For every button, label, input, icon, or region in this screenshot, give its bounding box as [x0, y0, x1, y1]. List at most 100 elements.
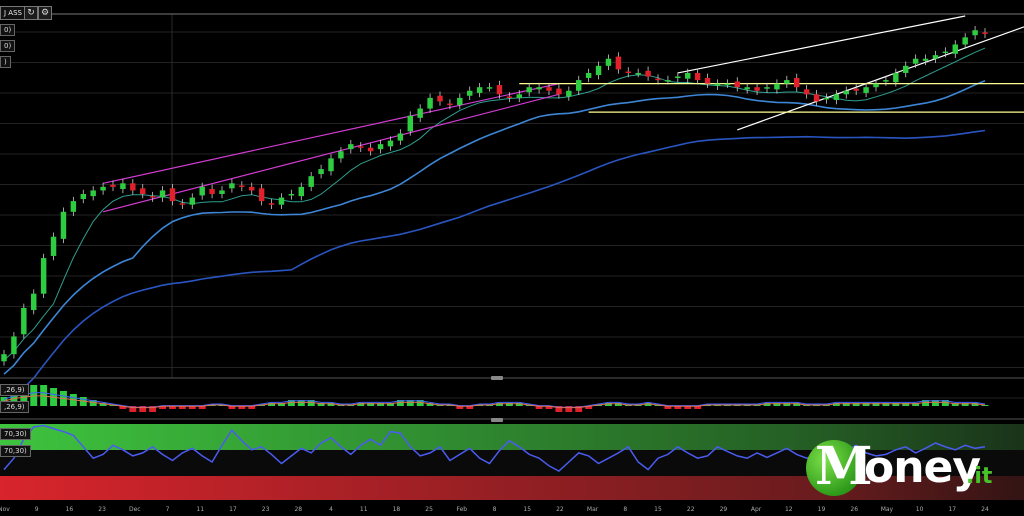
candle-body — [179, 203, 186, 205]
candle-body — [873, 83, 879, 88]
candle-body — [258, 188, 265, 202]
x-tick-label: 11 — [196, 506, 204, 513]
x-tick-label: 17 — [229, 506, 237, 513]
candle-body — [556, 88, 562, 95]
x-tick-label: 9 — [35, 506, 39, 513]
x-tick-label: 10 — [916, 506, 924, 513]
candle-body — [635, 72, 641, 75]
x-tick-label: 18 — [393, 506, 401, 513]
candle-body — [219, 190, 225, 194]
settings-icon[interactable]: ⚙ — [38, 6, 52, 20]
candle-body — [447, 103, 453, 106]
candle-body — [764, 87, 770, 89]
candle-body — [70, 201, 77, 212]
x-tick-label: 25 — [425, 506, 433, 513]
candle-body — [704, 77, 711, 84]
candle-body — [278, 197, 285, 205]
candle-body — [169, 188, 176, 202]
x-tick-label: Mar — [587, 506, 599, 513]
panel-resize-handle[interactable] — [491, 376, 503, 380]
indicator-tag[interactable]: ) — [0, 56, 11, 68]
x-tick-label: 8 — [623, 506, 627, 513]
candle-body — [189, 197, 195, 205]
macd-tag[interactable]: ,26,9) — [0, 384, 29, 396]
candle-body — [754, 87, 760, 91]
candle-body — [476, 87, 483, 93]
candle-body — [298, 186, 304, 197]
candle-body — [239, 185, 245, 187]
x-tick-label: 17 — [948, 506, 956, 513]
rsi-tag[interactable]: 70,30) — [0, 428, 31, 440]
candle-body — [942, 51, 949, 54]
candle-body — [665, 80, 671, 82]
candle-body — [774, 83, 780, 90]
candle-body — [427, 97, 433, 109]
candle-body — [100, 186, 106, 191]
candle-body — [140, 188, 146, 194]
x-tick-label: Nov — [0, 506, 10, 513]
candle-body — [585, 72, 592, 78]
candle-body — [625, 71, 631, 74]
indicator-tag[interactable]: 0) — [0, 24, 16, 36]
x-tick-label: 7 — [166, 506, 170, 513]
candle-body — [734, 81, 740, 88]
candle-body — [397, 133, 404, 141]
candle-body — [833, 94, 840, 101]
candle-body — [932, 55, 939, 59]
x-tick-label: 11 — [360, 506, 368, 513]
candle-body — [467, 90, 473, 96]
refresh-icon[interactable]: ↻ — [24, 6, 38, 20]
candle-body — [972, 30, 978, 36]
candle-body — [486, 87, 493, 89]
money-it-logo: M oney .it — [806, 436, 996, 498]
candle-body — [912, 58, 919, 64]
macd-tag[interactable]: ,26,9) — [0, 401, 29, 413]
candle-body — [675, 76, 681, 79]
candle-body — [338, 151, 344, 159]
candle-body — [605, 58, 612, 66]
candle-body — [566, 90, 572, 97]
candle-body — [595, 65, 602, 76]
x-tick-label: 12 — [785, 506, 793, 513]
candle-body — [903, 65, 909, 73]
candle-body — [615, 56, 622, 70]
panel-resize-handle[interactable] — [491, 418, 503, 422]
x-tick-label: 19 — [818, 506, 826, 513]
x-tick-label: 24 — [981, 506, 989, 513]
candle-body — [962, 37, 968, 45]
candle-body — [536, 87, 542, 90]
candle-body — [784, 80, 790, 84]
x-tick-label: 22 — [687, 506, 695, 513]
candle-body — [358, 146, 364, 148]
logo-tld: .it — [966, 464, 993, 489]
candle-body — [813, 94, 820, 102]
x-tick-label: 23 — [98, 506, 106, 513]
rsi-tag[interactable]: 70,30) — [0, 445, 31, 457]
x-tick-label: 29 — [720, 506, 728, 513]
x-tick-label: 15 — [523, 506, 531, 513]
indicator-tag[interactable]: 0) — [0, 40, 16, 52]
candle-body — [437, 95, 443, 102]
candle-body — [249, 186, 255, 191]
candle-body — [288, 194, 295, 196]
candle-body — [21, 307, 27, 335]
candle-body — [268, 203, 275, 205]
candle-body — [893, 72, 899, 83]
candle-body — [516, 94, 522, 98]
candle-body — [80, 194, 86, 199]
candle-body — [130, 183, 136, 191]
x-tick-label: 8 — [493, 506, 497, 513]
candle-body — [823, 97, 830, 100]
candle-body — [209, 189, 215, 194]
candle-body — [496, 85, 503, 95]
candle-body — [803, 89, 810, 95]
candle-body — [31, 293, 37, 311]
candle-body — [645, 70, 651, 77]
x-tick-label: 28 — [294, 506, 302, 513]
x-tick-label: 16 — [66, 506, 74, 513]
candle-body — [50, 236, 57, 256]
instrument-label: J ASS — [0, 6, 26, 20]
candle-body — [457, 97, 463, 105]
candle-body — [952, 44, 958, 54]
x-tick-label: May — [881, 506, 894, 513]
